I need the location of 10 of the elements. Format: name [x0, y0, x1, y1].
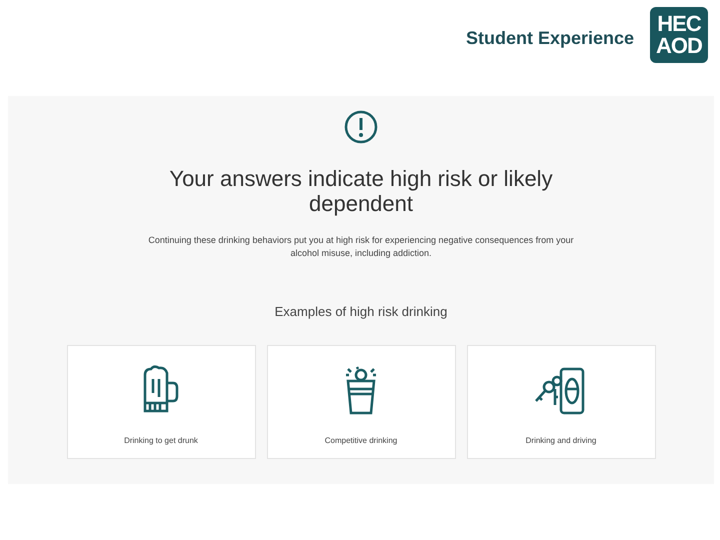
site-title: Student Experience [466, 28, 634, 48]
examples-heading: Examples of high risk drinking [274, 304, 448, 319]
example-label: Competitive drinking [324, 436, 398, 445]
logo: HEC AOD [650, 7, 708, 63]
result-message: Continuing these drinking behaviors put you at high risk for experiencing negative consequences from your alcohol misuse, including addiction. [147, 234, 575, 260]
exclamation-icon [344, 110, 378, 144]
example-label: Drinking and driving [526, 436, 596, 445]
result-heading: Your answers indicate high risk or likely dependent [168, 166, 554, 216]
beer-mug-icon [141, 365, 181, 415]
example-label: Drinking to get drunk [124, 436, 198, 445]
